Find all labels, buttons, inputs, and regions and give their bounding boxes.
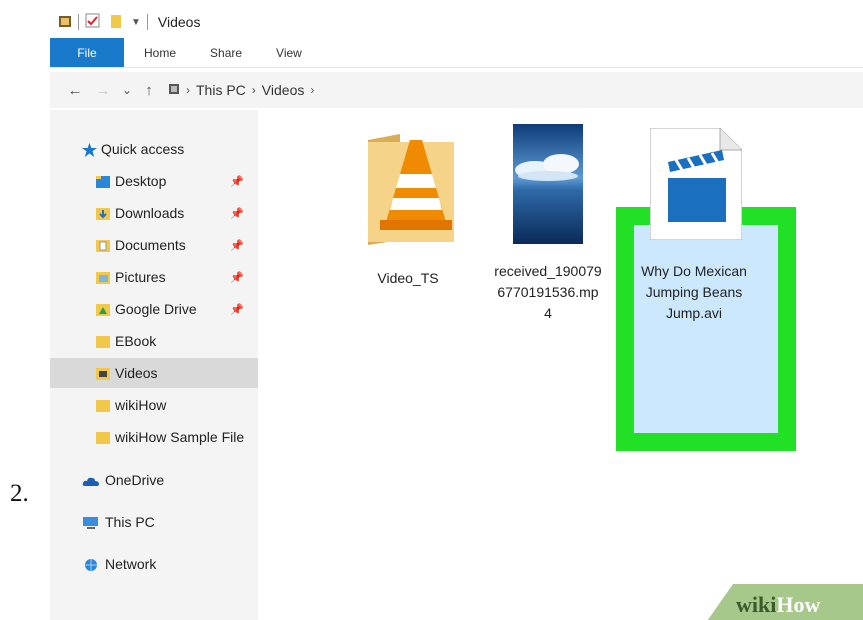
file-name-line-2: Jumping Beans <box>645 284 743 300</box>
pin-icon[interactable]: 📌 <box>230 271 244 284</box>
file-explorer-window: ▼ Videos File Home Share View ← → ⌄ ↑ › … <box>50 0 863 620</box>
up-arrow-icon[interactable]: ↑ <box>138 82 160 99</box>
file-item-video-ts[interactable]: Video_TS <box>348 130 468 286</box>
forward-arrow-icon[interactable]: → <box>92 82 114 99</box>
file-item-why-do-mexican-jumping-beans[interactable]: Why Do Mexican Jumping Beans Jump.avi <box>628 124 760 324</box>
sidebar-item-desktop[interactable]: Desktop 📌 <box>50 166 258 196</box>
sidebar-item-label: Pictures <box>115 269 166 285</box>
file-name-line-3: Jump.avi <box>665 305 723 321</box>
videos-location-icon <box>168 82 180 98</box>
sidebar-item-ebook[interactable]: EBook <box>50 326 258 356</box>
sidebar-item-documents[interactable]: Documents 📌 <box>50 230 258 260</box>
sidebar-item-label: Network <box>105 556 157 572</box>
file-name-line-1: Why Do Mexican <box>641 263 747 279</box>
sidebar-item-quick-access[interactable]: Quick access <box>50 134 258 164</box>
recent-locations-icon[interactable]: ⌄ <box>116 83 138 97</box>
sidebar-item-label: OneDrive <box>105 472 165 488</box>
properties-quick-icon[interactable] <box>85 13 101 32</box>
pictures-folder-icon <box>96 271 110 284</box>
file-name-line-3: 4 <box>544 305 552 321</box>
explorer-app-icon[interactable] <box>58 14 72 31</box>
documents-folder-icon <box>96 239 110 252</box>
pin-icon[interactable]: 📌 <box>230 207 244 220</box>
navigation-pane: Quick access Desktop 📌 Downloads 📌 Docum… <box>50 110 258 620</box>
pin-icon[interactable]: 📌 <box>230 239 244 252</box>
videos-folder-icon <box>96 367 110 380</box>
sidebar-item-onedrive[interactable]: OneDrive <box>50 465 258 495</box>
tab-home[interactable]: Home <box>124 38 193 67</box>
tab-file[interactable]: File <box>50 38 124 67</box>
file-name-line-1: received_190079 <box>494 263 602 279</box>
sidebar-item-label: Google Drive <box>115 301 197 317</box>
network-icon <box>82 558 100 571</box>
sidebar-item-network[interactable]: Network <box>50 549 258 579</box>
google-drive-icon <box>96 303 110 316</box>
sidebar-item-label: Documents <box>115 237 186 253</box>
back-arrow-icon[interactable]: ← <box>64 82 86 99</box>
sidebar-item-label: Quick access <box>101 141 185 157</box>
breadcrumb-separator[interactable]: › <box>186 83 190 97</box>
onedrive-cloud-icon <box>82 474 100 486</box>
tab-share[interactable]: Share <box>193 38 259 67</box>
breadcrumb-this-pc[interactable]: This PC <box>196 82 246 98</box>
file-list-pane: Video_TS received_190079 6770191536.mp 4… <box>258 110 863 620</box>
sidebar-item-wikihow[interactable]: wikiHow <box>50 390 258 420</box>
breadcrumb-separator[interactable]: › <box>252 83 256 97</box>
new-folder-quick-icon[interactable] <box>109 13 123 32</box>
sidebar-item-label: This PC <box>105 514 155 530</box>
star-icon <box>82 143 97 157</box>
watermark-part-1: wiki <box>736 592 777 617</box>
title-bar: ▼ Videos <box>50 8 863 36</box>
sidebar-item-label: wikiHow Sample File <box>115 429 245 445</box>
file-item-received-mp4[interactable]: received_190079 6770191536.mp 4 <box>476 124 620 324</box>
downloads-folder-icon <box>96 207 110 220</box>
ribbon-tabs: File Home Share View <box>50 38 863 68</box>
pin-icon[interactable]: 📌 <box>230 303 244 316</box>
sidebar-item-this-pc[interactable]: This PC <box>50 507 258 537</box>
folder-icon <box>96 399 110 412</box>
divider <box>146 14 148 30</box>
breadcrumb-videos[interactable]: Videos <box>262 82 305 98</box>
tab-view[interactable]: View <box>259 38 319 67</box>
sidebar-item-google-drive[interactable]: Google Drive 📌 <box>50 294 258 324</box>
file-name-line-2: 6770191536.mp <box>497 284 599 300</box>
watermark-part-2: How <box>776 592 821 617</box>
video-thumbnail <box>513 124 583 250</box>
sidebar-item-wikihow-sample-file[interactable]: wikiHow Sample File <box>50 422 258 452</box>
folder-icon <box>96 431 110 444</box>
vlc-folder-icon <box>360 130 456 251</box>
breadcrumb-separator[interactable]: › <box>310 83 314 97</box>
pin-icon[interactable]: 📌 <box>230 175 244 188</box>
sidebar-item-label: Downloads <box>115 205 185 221</box>
sidebar-item-label: EBook <box>115 333 157 349</box>
desktop-folder-icon <box>96 175 110 188</box>
sidebar-item-videos[interactable]: Videos <box>50 358 258 388</box>
sidebar-item-pictures[interactable]: Pictures 📌 <box>50 262 258 292</box>
step-number: 2. <box>10 480 29 507</box>
sidebar-item-downloads[interactable]: Downloads 📌 <box>50 198 258 228</box>
clapperboard-icon <box>649 127 743 246</box>
address-bar: ← → ⌄ ↑ › This PC › Videos › <box>50 72 863 108</box>
folder-icon <box>96 335 110 348</box>
sidebar-item-label: wikiHow <box>115 397 167 413</box>
divider <box>78 14 79 30</box>
sidebar-item-label: Desktop <box>115 173 167 189</box>
sidebar-item-label: Videos <box>115 365 158 381</box>
computer-icon <box>82 516 100 529</box>
wikihow-watermark: wikiHow <box>736 592 820 618</box>
window-title: Videos <box>157 14 201 30</box>
file-name: Video_TS <box>377 270 439 286</box>
customize-quick-access-dropdown-icon[interactable]: ▼ <box>131 17 141 28</box>
